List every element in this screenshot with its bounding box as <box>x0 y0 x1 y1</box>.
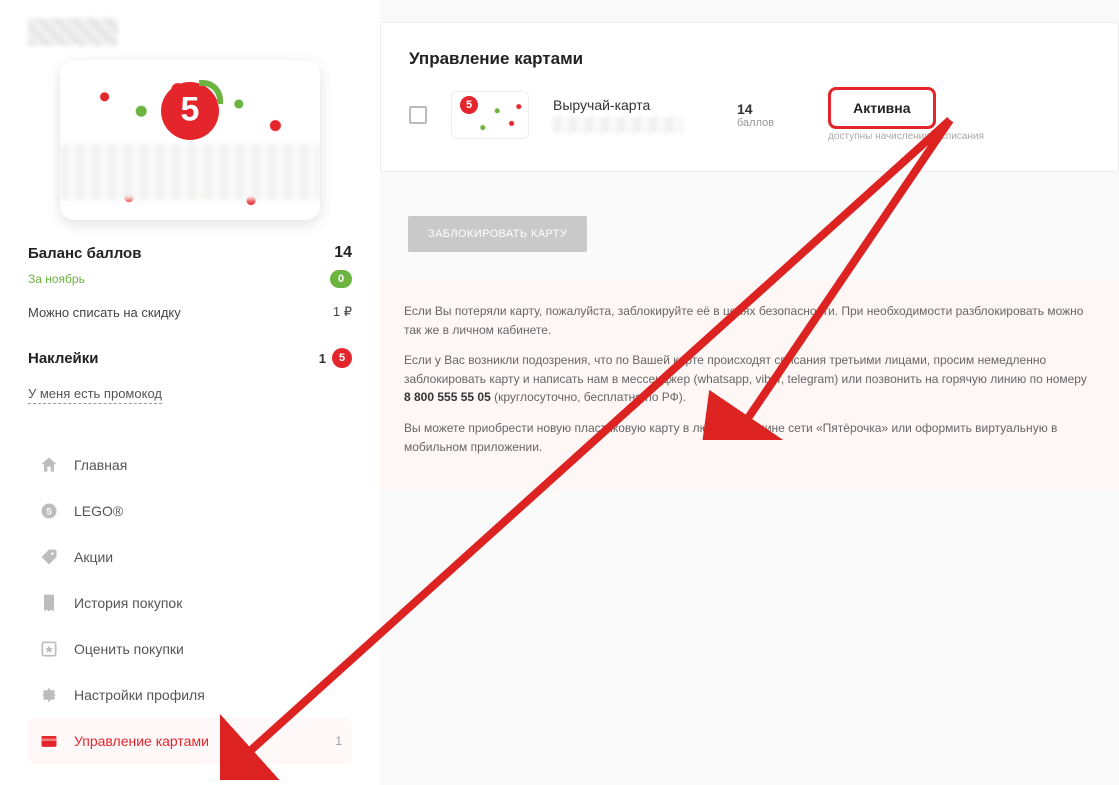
card-number-blurred <box>553 117 683 133</box>
balance-value: 14 <box>334 244 352 262</box>
logo <box>28 18 118 46</box>
block-card-button[interactable]: ЗАБЛОКИРОВАТЬ КАРТУ <box>408 216 587 252</box>
card-icon <box>38 730 60 752</box>
info-box: Если Вы потеряли карту, пожалуйста, забл… <box>380 280 1119 490</box>
nav-label: Настройки профиля <box>74 687 205 703</box>
card-name-block: Выручай-карта <box>553 97 713 133</box>
balance-month-label: За ноябрь <box>28 272 85 286</box>
card-status-block: Активна доступны начисления и списания <box>828 87 984 142</box>
nav-lego[interactable]: 5 LEGO® <box>28 488 352 534</box>
card-points: 14 <box>737 101 774 117</box>
nav-label: LEGO® <box>74 503 123 519</box>
nav-cards[interactable]: Управление картами 1 <box>28 718 352 764</box>
panel-title: Управление картами <box>409 49 1090 69</box>
main-content: Управление картами Выручай-карта 14 балл… <box>380 0 1119 785</box>
sticker-icon: 5 <box>332 348 352 368</box>
cards-panel: Управление картами Выручай-карта 14 балл… <box>380 22 1119 172</box>
gear-icon <box>38 684 60 706</box>
nav-history[interactable]: История покупок <box>28 580 352 626</box>
info-p2: Если у Вас возникли подозрения, что по В… <box>404 351 1095 407</box>
card-points-block: 14 баллов <box>737 101 774 129</box>
card-points-label: баллов <box>737 117 774 129</box>
nav-label: Акции <box>74 549 113 565</box>
lego-icon: 5 <box>38 500 60 522</box>
nav-label: Оценить покупки <box>74 641 184 657</box>
card-name: Выручай-карта <box>553 97 713 113</box>
svg-text:5: 5 <box>46 506 51 516</box>
stickers-label: Наклейки <box>28 350 99 367</box>
card-checkbox[interactable] <box>409 106 427 124</box>
balance-month-badge: 0 <box>330 270 352 288</box>
pyaterochka-logo-icon <box>161 82 219 140</box>
stickers-count: 1 <box>319 351 326 366</box>
star-icon <box>38 638 60 660</box>
nav-rate[interactable]: Оценить покупки <box>28 626 352 672</box>
info-p3: Вы можете приобрести новую пластиковую к… <box>404 419 1095 456</box>
card-thumbnail <box>451 91 529 139</box>
nav-label: Управление картами <box>74 733 209 749</box>
balance-label: Баланс баллов <box>28 245 141 262</box>
card-status: Активна <box>828 87 935 129</box>
promo-code-link[interactable]: У меня есть промокод <box>28 386 162 404</box>
discount-label: Можно списать на скидку <box>28 305 181 320</box>
home-icon <box>38 454 60 476</box>
tag-icon <box>38 546 60 568</box>
card-row: Выручай-карта 14 баллов Активна доступны… <box>409 87 1090 142</box>
nav-settings[interactable]: Настройки профиля <box>28 672 352 718</box>
sidebar-nav: Главная 5 LEGO® Акции История покупок Оц… <box>28 442 352 764</box>
card-status-sub: доступны начисления и списания <box>828 131 984 142</box>
discount-value: 1 ₽ <box>333 304 352 320</box>
nav-promo[interactable]: Акции <box>28 534 352 580</box>
nav-label: Главная <box>74 457 127 473</box>
receipt-icon <box>38 592 60 614</box>
info-p1: Если Вы потеряли карту, пожалуйста, забл… <box>404 302 1095 339</box>
nav-home[interactable]: Главная <box>28 442 352 488</box>
sidebar: Баланс баллов 14 За ноябрь 0 Можно списа… <box>0 0 380 785</box>
loyalty-card-image <box>60 60 320 220</box>
nav-label: История покупок <box>74 595 182 611</box>
nav-count: 1 <box>335 734 342 748</box>
